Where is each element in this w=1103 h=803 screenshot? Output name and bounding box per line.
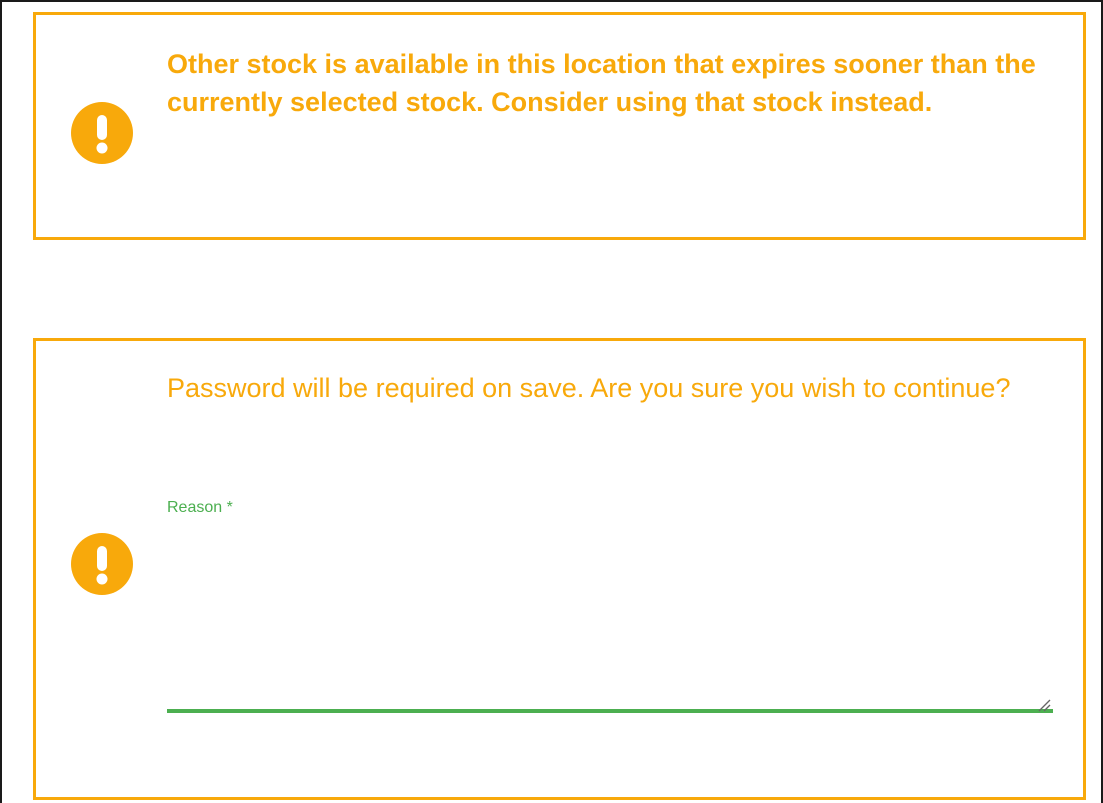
password-required-alert: Password will be required on save. Are y… [33,338,1086,800]
resize-handle-icon[interactable] [1035,696,1051,712]
stock-expiry-alert: Other stock is available in this locatio… [33,12,1086,240]
password-required-message: Password will be required on save. Are y… [167,373,1011,403]
exclamation-circle-icon [71,533,133,595]
reason-textarea[interactable] [167,531,1053,713]
stock-expiry-message: Other stock is available in this locatio… [167,49,1036,117]
reason-label: Reason * [167,499,233,516]
exclamation-circle-icon [71,102,133,164]
